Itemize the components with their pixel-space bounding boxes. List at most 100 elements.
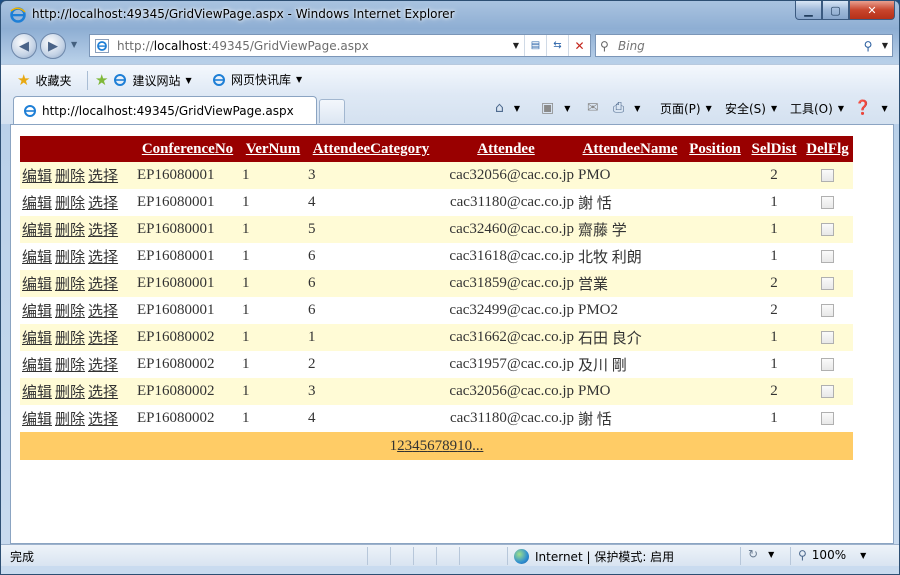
history-dropdown-icon[interactable]: ▼ — [71, 40, 77, 49]
feeds-button[interactable]: ▣ ▼ — [541, 100, 570, 116]
pager-link[interactable]: 2 — [397, 438, 405, 454]
stop-icon[interactable]: ✕ — [568, 35, 590, 56]
pager-link[interactable]: 6 — [427, 438, 435, 454]
maximize-button[interactable]: ▢ — [822, 1, 849, 20]
search-icon[interactable]: ⚲ — [858, 39, 878, 53]
cell-vernum: 1 — [240, 324, 306, 351]
delete-link[interactable]: 删除 — [55, 385, 85, 401]
ie-page-icon — [24, 104, 36, 117]
edit-link[interactable]: 编辑 — [22, 304, 52, 320]
mail-button[interactable]: ✉ — [587, 100, 604, 116]
delflg-checkbox — [821, 277, 834, 291]
forward-button[interactable]: ▶ — [40, 33, 66, 59]
row-actions: 编辑 删除 选择 — [20, 324, 135, 351]
edit-link[interactable]: 编辑 — [22, 385, 52, 401]
accelerator-icon: ↻ — [748, 547, 759, 561]
search-input[interactable] — [618, 38, 858, 53]
header-vernum[interactable]: VerNum — [240, 136, 306, 162]
compatibility-view-icon[interactable]: ▤ — [524, 35, 546, 56]
delete-link[interactable]: 删除 — [55, 223, 85, 239]
row-actions: 编辑 删除 选择 — [20, 405, 135, 432]
status-divider — [390, 547, 391, 565]
cell-attendeecategory: 6 — [306, 243, 436, 270]
new-tab-button[interactable] — [319, 99, 345, 123]
minimize-button[interactable]: ▁ — [795, 1, 822, 20]
print-button[interactable]: ⎙ ▼ — [613, 100, 640, 116]
select-link[interactable]: 选择 — [88, 277, 118, 293]
edit-link[interactable]: 编辑 — [22, 331, 52, 347]
favorites-bar: ★ 收藏夹 ★ 建议网站 ▼ 网页快讯库 ▼ — [1, 64, 899, 94]
close-button[interactable]: ✕ — [849, 1, 895, 20]
edit-link[interactable]: 编辑 — [22, 196, 52, 212]
edit-link[interactable]: 编辑 — [22, 169, 52, 185]
edit-link[interactable]: 编辑 — [22, 358, 52, 374]
delete-link[interactable]: 删除 — [55, 412, 85, 428]
refresh-icon[interactable]: ⇆ — [546, 35, 568, 56]
select-link[interactable]: 选择 — [88, 358, 118, 374]
pager-link[interactable]: 8 — [442, 438, 450, 454]
cell-attendeename: 営業 — [576, 270, 684, 297]
delete-link[interactable]: 删除 — [55, 196, 85, 212]
pager-link[interactable]: 4 — [412, 438, 420, 454]
safety-menu[interactable]: 安全(S) ▼ — [725, 100, 777, 117]
pager-link[interactable]: 7 — [435, 438, 443, 454]
home-button[interactable]: ⌂ ▼ — [495, 100, 520, 116]
edit-link[interactable]: 编辑 — [22, 223, 52, 239]
suggested-sites-link[interactable]: ★ 建议网站 ▼ — [95, 71, 192, 89]
page-menu[interactable]: 页面(P) ▼ — [660, 100, 712, 117]
select-link[interactable]: 选择 — [88, 223, 118, 239]
edit-link[interactable]: 编辑 — [22, 412, 52, 428]
delete-link[interactable]: 删除 — [55, 358, 85, 374]
cell-attendee: cac32056@cac.co.jp — [436, 378, 576, 405]
security-zone[interactable]: Internet | 保护模式: 启用 — [514, 548, 674, 565]
search-options-dropdown-icon[interactable]: ▼ — [878, 41, 892, 50]
edit-link[interactable]: 编辑 — [22, 250, 52, 266]
browser-window: http://localhost:49345/GridViewPage.aspx… — [0, 0, 900, 575]
pager-link[interactable]: 9 — [450, 438, 458, 454]
select-link[interactable]: 选择 — [88, 304, 118, 320]
chevron-down-icon: ▼ — [768, 549, 775, 559]
pager-link[interactable]: 10 — [457, 438, 472, 454]
pager-link[interactable]: 3 — [405, 438, 413, 454]
tools-menu[interactable]: 工具(O) ▼ — [790, 100, 844, 117]
help-button[interactable]: ❓ ▼ — [854, 100, 888, 116]
accelerator-button[interactable]: ↻ ▼ — [748, 547, 774, 561]
delete-link[interactable]: 删除 — [55, 304, 85, 320]
cell-conferenceno: EP16080002 — [135, 324, 240, 351]
header-conferenceno[interactable]: ConferenceNo — [135, 136, 240, 162]
tab-active[interactable]: http://localhost:49345/GridViewPage.aspx — [13, 96, 317, 124]
delete-link[interactable]: 删除 — [55, 169, 85, 185]
search-box[interactable]: ⚲ ⚲ ▼ — [595, 34, 893, 57]
delete-link[interactable]: 删除 — [55, 331, 85, 347]
chevron-down-icon: ▼ — [634, 103, 641, 113]
back-button[interactable]: ◀ — [11, 33, 37, 59]
address-dropdown-icon[interactable]: ▼ — [508, 35, 524, 56]
select-link[interactable]: 选择 — [88, 196, 118, 212]
zoom-control[interactable]: ⚲ 100% ▼ — [798, 548, 866, 562]
header-attendee[interactable]: Attendee — [436, 136, 576, 162]
edit-link[interactable]: 编辑 — [22, 277, 52, 293]
status-divider — [367, 547, 368, 565]
cell-attendeecategory: 5 — [306, 216, 436, 243]
web-slice-gallery-link[interactable]: 网页快讯库 ▼ — [212, 71, 302, 88]
delete-link[interactable]: 删除 — [55, 277, 85, 293]
header-delflg[interactable]: DelFlg — [802, 136, 853, 162]
address-bar[interactable]: http://localhost:49345/GridViewPage.aspx… — [89, 34, 591, 57]
table-row: 编辑 删除 选择 EP16080002 1 3 cac32056@cac.co.jp PMO 2 — [20, 378, 853, 405]
select-link[interactable]: 选择 — [88, 331, 118, 347]
header-attendeename[interactable]: AttendeeName — [576, 136, 684, 162]
select-link[interactable]: 选择 — [88, 412, 118, 428]
favorites-button[interactable]: ★ 收藏夹 — [17, 71, 71, 89]
delete-link[interactable]: 删除 — [55, 250, 85, 266]
select-link[interactable]: 选择 — [88, 250, 118, 266]
header-seldist[interactable]: SelDist — [746, 136, 802, 162]
pager-link[interactable]: ... — [472, 438, 483, 454]
url-text[interactable]: http://localhost:49345/GridViewPage.aspx — [117, 39, 508, 53]
header-position[interactable]: Position — [684, 136, 746, 162]
header-attendeecategory[interactable]: AttendeeCategory — [306, 136, 436, 162]
cell-delflg — [802, 351, 853, 378]
select-link[interactable]: 选择 — [88, 385, 118, 401]
select-link[interactable]: 选择 — [88, 169, 118, 185]
chevron-down-icon: ▼ — [770, 104, 778, 113]
pager-link[interactable]: 5 — [420, 438, 428, 454]
